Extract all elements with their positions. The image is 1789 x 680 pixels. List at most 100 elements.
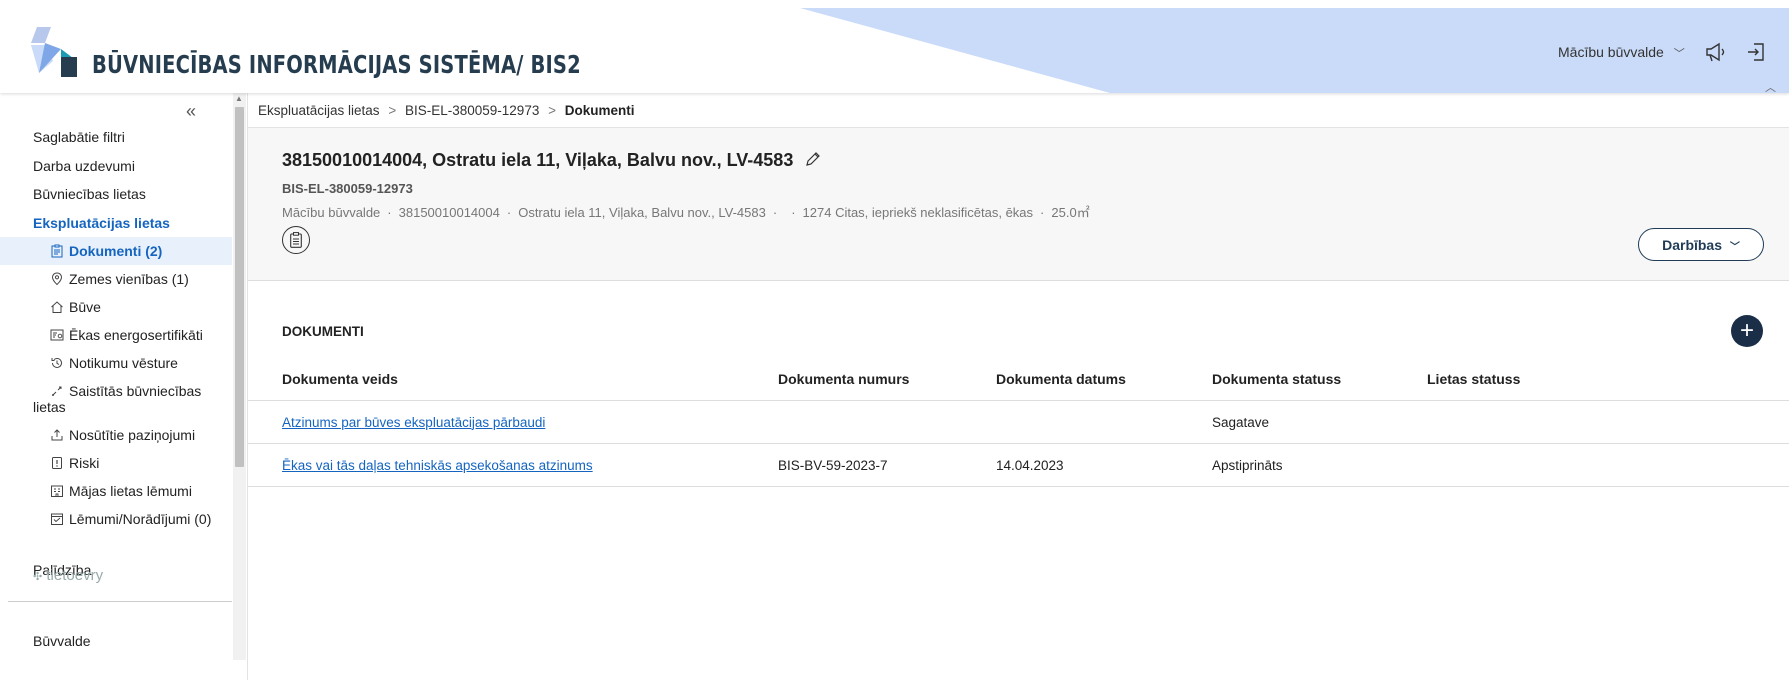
- main-content: Ekspluatācijas lietas > BIS-EL-380059-12…: [247, 93, 1789, 680]
- sidebar-item-building[interactable]: Būve: [0, 293, 232, 321]
- sidebar-item-label: Zemes vienības (1): [69, 271, 189, 287]
- case-meta: Mācību būvvalde · 38150010014004 · Ostratu i…: [282, 205, 1090, 220]
- clipboard-icon: [51, 244, 63, 258]
- column-header-document-number[interactable]: Dokumenta numurs: [778, 357, 996, 401]
- breadcrumb-separator: >: [548, 103, 556, 118]
- case-meta-area: 25.0㎡: [1051, 205, 1090, 220]
- clipboard-list-icon: [290, 232, 302, 248]
- sidebar-collapse-icon[interactable]: «: [186, 101, 196, 122]
- scroll-up-icon[interactable]: ▲: [235, 94, 243, 103]
- chevron-down-icon: ﹀: [1673, 48, 1685, 60]
- sidebar-item-saved-filters[interactable]: Saglabātie filtri: [0, 123, 232, 152]
- documents-table: Dokumenta veids Dokumenta numurs Dokumen…: [248, 357, 1789, 487]
- edit-pencil-icon[interactable]: [804, 151, 821, 168]
- alert-icon: [52, 457, 62, 469]
- scrollbar-thumb[interactable]: [235, 107, 244, 467]
- breadcrumb-separator: >: [388, 103, 397, 118]
- upload-icon: [51, 429, 63, 441]
- sidebar-item-label: Ēkas energosertifikāti: [69, 327, 203, 343]
- cell-document-status: Apstiprināts: [1212, 443, 1427, 487]
- breadcrumb: Ekspluatācijas lietas > BIS-EL-380059-12…: [258, 103, 635, 118]
- column-header-document-type[interactable]: Dokumenta veids: [248, 357, 778, 401]
- app-header: BŪVNIECĪBAS INFORMĀCIJAS SISTĒMA/ BIS2 M…: [0, 0, 1789, 95]
- sidebar-item-label: Notikumu vēsture: [69, 355, 178, 371]
- history-icon: [51, 357, 62, 368]
- table-row: Atzinums par būves ekspluatācijas pārbau…: [248, 400, 1789, 444]
- plus-icon: +: [1739, 317, 1754, 344]
- sidebar-item-label: Lēmumi/Norādījumi (0): [69, 511, 212, 527]
- cell-document-number: BIS-BV-59-2023-7: [778, 443, 996, 487]
- cell-document-number: [778, 400, 996, 444]
- cell-document-date: 14.04.2023: [996, 443, 1212, 487]
- sidebar-nav: Saglabātie filtri Darba uzdevumi Būvniec…: [0, 123, 232, 533]
- add-document-button[interactable]: +: [1731, 315, 1763, 347]
- case-title: 38150010014004, Ostratu iela 11, Viļaka,…: [282, 150, 821, 171]
- breadcrumb-current: Dokumenti: [564, 103, 635, 118]
- sidebar-scrollbar[interactable]: ▲: [233, 93, 246, 660]
- cell-document-type: Atzinums par būves ekspluatācijas pārbau…: [248, 400, 778, 444]
- case-documents-button[interactable]: [282, 226, 310, 254]
- sidebar-item-related-construction-cases[interactable]: Saistītās būvniecības lietas: [0, 377, 232, 421]
- sidebar-buvvalde-label: Būvvalde: [33, 633, 91, 649]
- cell-case-status: [1427, 443, 1789, 487]
- sidebar-item-land-units[interactable]: Zemes vienības (1): [0, 265, 232, 293]
- column-header-document-status[interactable]: Dokumenta statuss: [1212, 357, 1427, 401]
- case-meta-cadastre: 38150010014004: [398, 205, 500, 220]
- vendor-name: tietoevry: [46, 567, 104, 584]
- sidebar-divider: [8, 601, 232, 602]
- breadcrumb-case-id[interactable]: BIS-EL-380059-12973: [405, 103, 539, 118]
- header-accent-band: [800, 8, 1789, 93]
- sidebar-item-label: Būve: [69, 299, 101, 315]
- table-row: Ēkas vai tās daļas tehniskās apsekošanas…: [248, 443, 1789, 487]
- header-collapse-icon[interactable]: ︿: [1765, 79, 1776, 95]
- sidebar-item-house-decisions[interactable]: Mājas lietas lēmumi: [0, 477, 232, 505]
- sidebar-item-label: Riski: [69, 455, 100, 471]
- announcement-megaphone-icon[interactable]: [1705, 42, 1727, 62]
- document-link[interactable]: Atzinums par būves ekspluatācijas pārbau…: [282, 415, 545, 430]
- logout-icon[interactable]: [1746, 42, 1766, 62]
- cell-document-date: [996, 400, 1212, 444]
- chevron-down-icon: ﹀: [1729, 242, 1740, 253]
- case-title-text: 38150010014004, Ostratu iela 11, Viļaka,…: [282, 150, 794, 170]
- building-icon: [51, 485, 63, 497]
- case-meta-classification: 1274 Citas, iepriekš neklasificētas, ēka…: [802, 205, 1034, 220]
- case-meta-address: Ostratu iela 11, Viļaka, Balvu nov., LV-…: [518, 205, 766, 220]
- actions-button-label: Darbības: [1662, 237, 1723, 253]
- column-header-case-status[interactable]: Lietas statuss: [1427, 357, 1789, 401]
- organization-name: Mācību būvvalde: [1558, 44, 1664, 60]
- table-header-row: Dokumenta veids Dokumenta numurs Dokumen…: [248, 357, 1789, 401]
- organization-select[interactable]: Mācību būvvalde ﹀: [1558, 44, 1685, 61]
- breadcrumb-operation-cases[interactable]: Ekspluatācijas lietas: [258, 103, 380, 118]
- case-id: BIS-EL-380059-12973: [282, 181, 413, 196]
- sidebar-item-decisions-instructions[interactable]: Lēmumi/Norādījumi (0): [0, 505, 232, 533]
- sidebar-item-label: Mājas lietas lēmumi: [69, 483, 192, 499]
- sidebar-item-construction-cases[interactable]: Būvniecības lietas: [0, 180, 232, 209]
- sidebar-item-label: Nosūtītie paziņojumi: [69, 427, 196, 443]
- sidebar-item-sent-notifications[interactable]: Nosūtītie paziņojumi: [0, 421, 232, 449]
- documents-section-title: DOKUMENTI: [282, 324, 364, 339]
- bis-logo-icon: [31, 27, 77, 77]
- energy-certificate-icon: [50, 329, 64, 341]
- sidebar-item-label: Dokumenti (2): [69, 243, 163, 259]
- case-meta-authority: Mācību būvvalde: [282, 205, 381, 220]
- link-icon: [52, 386, 62, 396]
- vendor-logo-icon: ✣: [33, 571, 43, 583]
- case-summary-panel: 38150010014004, Ostratu iela 11, Viļaka,…: [248, 128, 1789, 281]
- sidebar-item-energy-certificates[interactable]: Ēkas energosertifikāti: [0, 321, 232, 349]
- column-header-document-date[interactable]: Dokumenta datums: [996, 357, 1212, 401]
- vendor-logo: ✣ tietoevry: [33, 567, 103, 584]
- decision-icon: [51, 513, 63, 525]
- sidebar-item-operation-cases[interactable]: Ekspluatācijas lietas: [0, 209, 232, 238]
- location-pin-icon: [51, 272, 63, 286]
- app-title: BŪVNIECĪBAS INFORMĀCIJAS SISTĒMA/ BIS2: [92, 50, 581, 79]
- house-icon: [51, 301, 63, 313]
- sidebar-item-documents[interactable]: Dokumenti (2): [0, 237, 232, 265]
- document-link[interactable]: Ēkas vai tās daļas tehniskās apsekošanas…: [282, 458, 593, 473]
- sidebar-item-event-history[interactable]: Notikumu vēsture: [0, 349, 232, 377]
- cell-document-type: Ēkas vai tās daļas tehniskās apsekošanas…: [248, 443, 778, 487]
- cell-document-status: Sagatave: [1212, 400, 1427, 444]
- cell-case-status: [1427, 400, 1789, 444]
- sidebar-item-tasks[interactable]: Darba uzdevumi: [0, 152, 232, 181]
- sidebar-item-risks[interactable]: Riski: [0, 449, 232, 477]
- actions-button[interactable]: Darbības ﹀: [1638, 228, 1764, 261]
